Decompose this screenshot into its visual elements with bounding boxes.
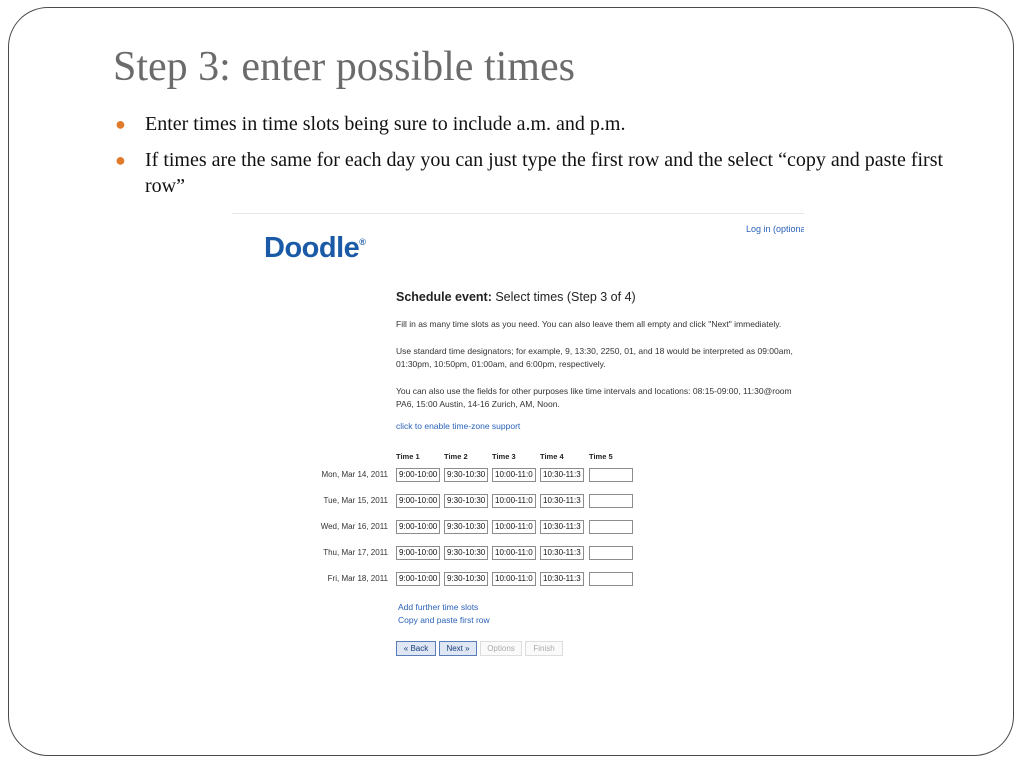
add-time-slots-link[interactable]: Add further time slots xyxy=(398,601,490,614)
instruction-paragraph: You can also use the fields for other pu… xyxy=(396,386,792,409)
page-heading: Schedule event: Select times (Step 3 of … xyxy=(396,290,796,304)
bullet-item: ● If times are the same for each day you… xyxy=(113,147,973,199)
time-slot-input[interactable] xyxy=(589,520,633,534)
column-header: Time 4 xyxy=(540,452,564,461)
column-header: Time 3 xyxy=(492,452,516,461)
bullet-dot-icon: ● xyxy=(115,150,126,170)
time-slot-input[interactable]: 9:30-10:30 xyxy=(444,546,488,560)
column-header: Time 1 xyxy=(396,452,420,461)
time-slot-input[interactable] xyxy=(589,546,633,560)
time-slot-input[interactable]: 10:30-11:3 xyxy=(540,494,584,508)
time-slot-input[interactable] xyxy=(589,494,633,508)
time-slot-input[interactable]: 9:30-10:30 xyxy=(444,494,488,508)
date-row: Thu, Mar 17, 2011 9:00-10:00 9:30-10:30 … xyxy=(232,546,804,562)
row-date: Wed, Mar 16, 2011 xyxy=(320,522,388,531)
bullet-text: If times are the same for each day you c… xyxy=(145,149,944,197)
time-slot-input[interactable] xyxy=(589,572,633,586)
next-button[interactable]: Next » xyxy=(439,641,477,656)
bullet-dot-icon: ● xyxy=(115,114,126,134)
instruction-paragraph: Use standard time designators; for examp… xyxy=(396,346,793,369)
slot-action-links: Add further time slots Copy and paste fi… xyxy=(398,601,490,627)
row-date: Mon, Mar 14, 2011 xyxy=(321,470,388,479)
time-slot-input[interactable]: 10:00-11:0 xyxy=(492,572,536,586)
bullet-list: ● Enter times in time slots being sure t… xyxy=(113,111,973,209)
instruction-paragraph: Fill in as many time slots as you need. … xyxy=(396,319,782,329)
time-slot-input[interactable]: 9:00-10:00 xyxy=(396,572,440,586)
row-date: Thu, Mar 17, 2011 xyxy=(323,548,388,557)
copy-first-row-link[interactable]: Copy and paste first row xyxy=(398,614,490,627)
time-slot-input[interactable]: 10:00-11:0 xyxy=(492,468,536,482)
time-slot-input[interactable]: 10:00-11:0 xyxy=(492,546,536,560)
row-date: Fri, Mar 18, 2011 xyxy=(327,574,388,583)
time-slot-input[interactable]: 9:00-10:00 xyxy=(396,494,440,508)
date-row: Tue, Mar 15, 2011 9:00-10:00 9:30-10:30 … xyxy=(232,494,804,510)
row-date: Tue, Mar 15, 2011 xyxy=(323,496,388,505)
registered-mark: ® xyxy=(359,237,366,247)
doodle-screenshot: Log in (optiona Doodle® Schedule event: … xyxy=(232,213,804,664)
time-slot-input[interactable]: 10:00-11:0 xyxy=(492,520,536,534)
date-row: Fri, Mar 18, 2011 9:00-10:00 9:30-10:30 … xyxy=(232,572,804,588)
doodle-logo[interactable]: Doodle® xyxy=(264,232,366,265)
bullet-text: Enter times in time slots being sure to … xyxy=(145,113,626,135)
options-button: Options xyxy=(480,641,522,656)
bullet-item: ● Enter times in time slots being sure t… xyxy=(113,111,973,137)
date-row: Wed, Mar 16, 2011 9:00-10:00 9:30-10:30 … xyxy=(232,520,804,536)
time-slot-input[interactable]: 9:30-10:30 xyxy=(444,520,488,534)
login-link[interactable]: Log in (optiona xyxy=(746,224,804,234)
date-row: Mon, Mar 14, 2011 9:00-10:00 9:30-10:30 … xyxy=(232,468,804,484)
time-slot-input[interactable] xyxy=(589,468,633,482)
time-slot-input[interactable]: 9:00-10:00 xyxy=(396,546,440,560)
column-header: Time 2 xyxy=(444,452,468,461)
time-slot-input[interactable]: 10:30-11:3 xyxy=(540,546,584,560)
time-slot-input[interactable]: 9:30-10:30 xyxy=(444,468,488,482)
time-slot-input[interactable]: 9:00-10:00 xyxy=(396,520,440,534)
logo-text: Doodle xyxy=(264,232,360,264)
step-content: Schedule event: Select times (Step 3 of … xyxy=(396,290,796,431)
finish-button: Finish xyxy=(525,641,563,656)
back-button[interactable]: « Back xyxy=(396,641,436,656)
time-slot-input[interactable]: 10:30-11:3 xyxy=(540,520,584,534)
time-slot-input[interactable]: 10:00-11:0 xyxy=(492,494,536,508)
time-slot-input[interactable]: 10:30-11:3 xyxy=(540,572,584,586)
column-header: Time 5 xyxy=(589,452,613,461)
heading-rest: Select times (Step 3 of 4) xyxy=(491,290,636,304)
slide-title: Step 3: enter possible times xyxy=(113,44,575,90)
timezone-support-link[interactable]: click to enable time-zone support xyxy=(396,421,796,431)
heading-bold: Schedule event: xyxy=(396,290,492,304)
time-slot-input[interactable]: 9:00-10:00 xyxy=(396,468,440,482)
time-slot-input[interactable]: 9:30-10:30 xyxy=(444,572,488,586)
time-slot-input[interactable]: 10:30-11:3 xyxy=(540,468,584,482)
